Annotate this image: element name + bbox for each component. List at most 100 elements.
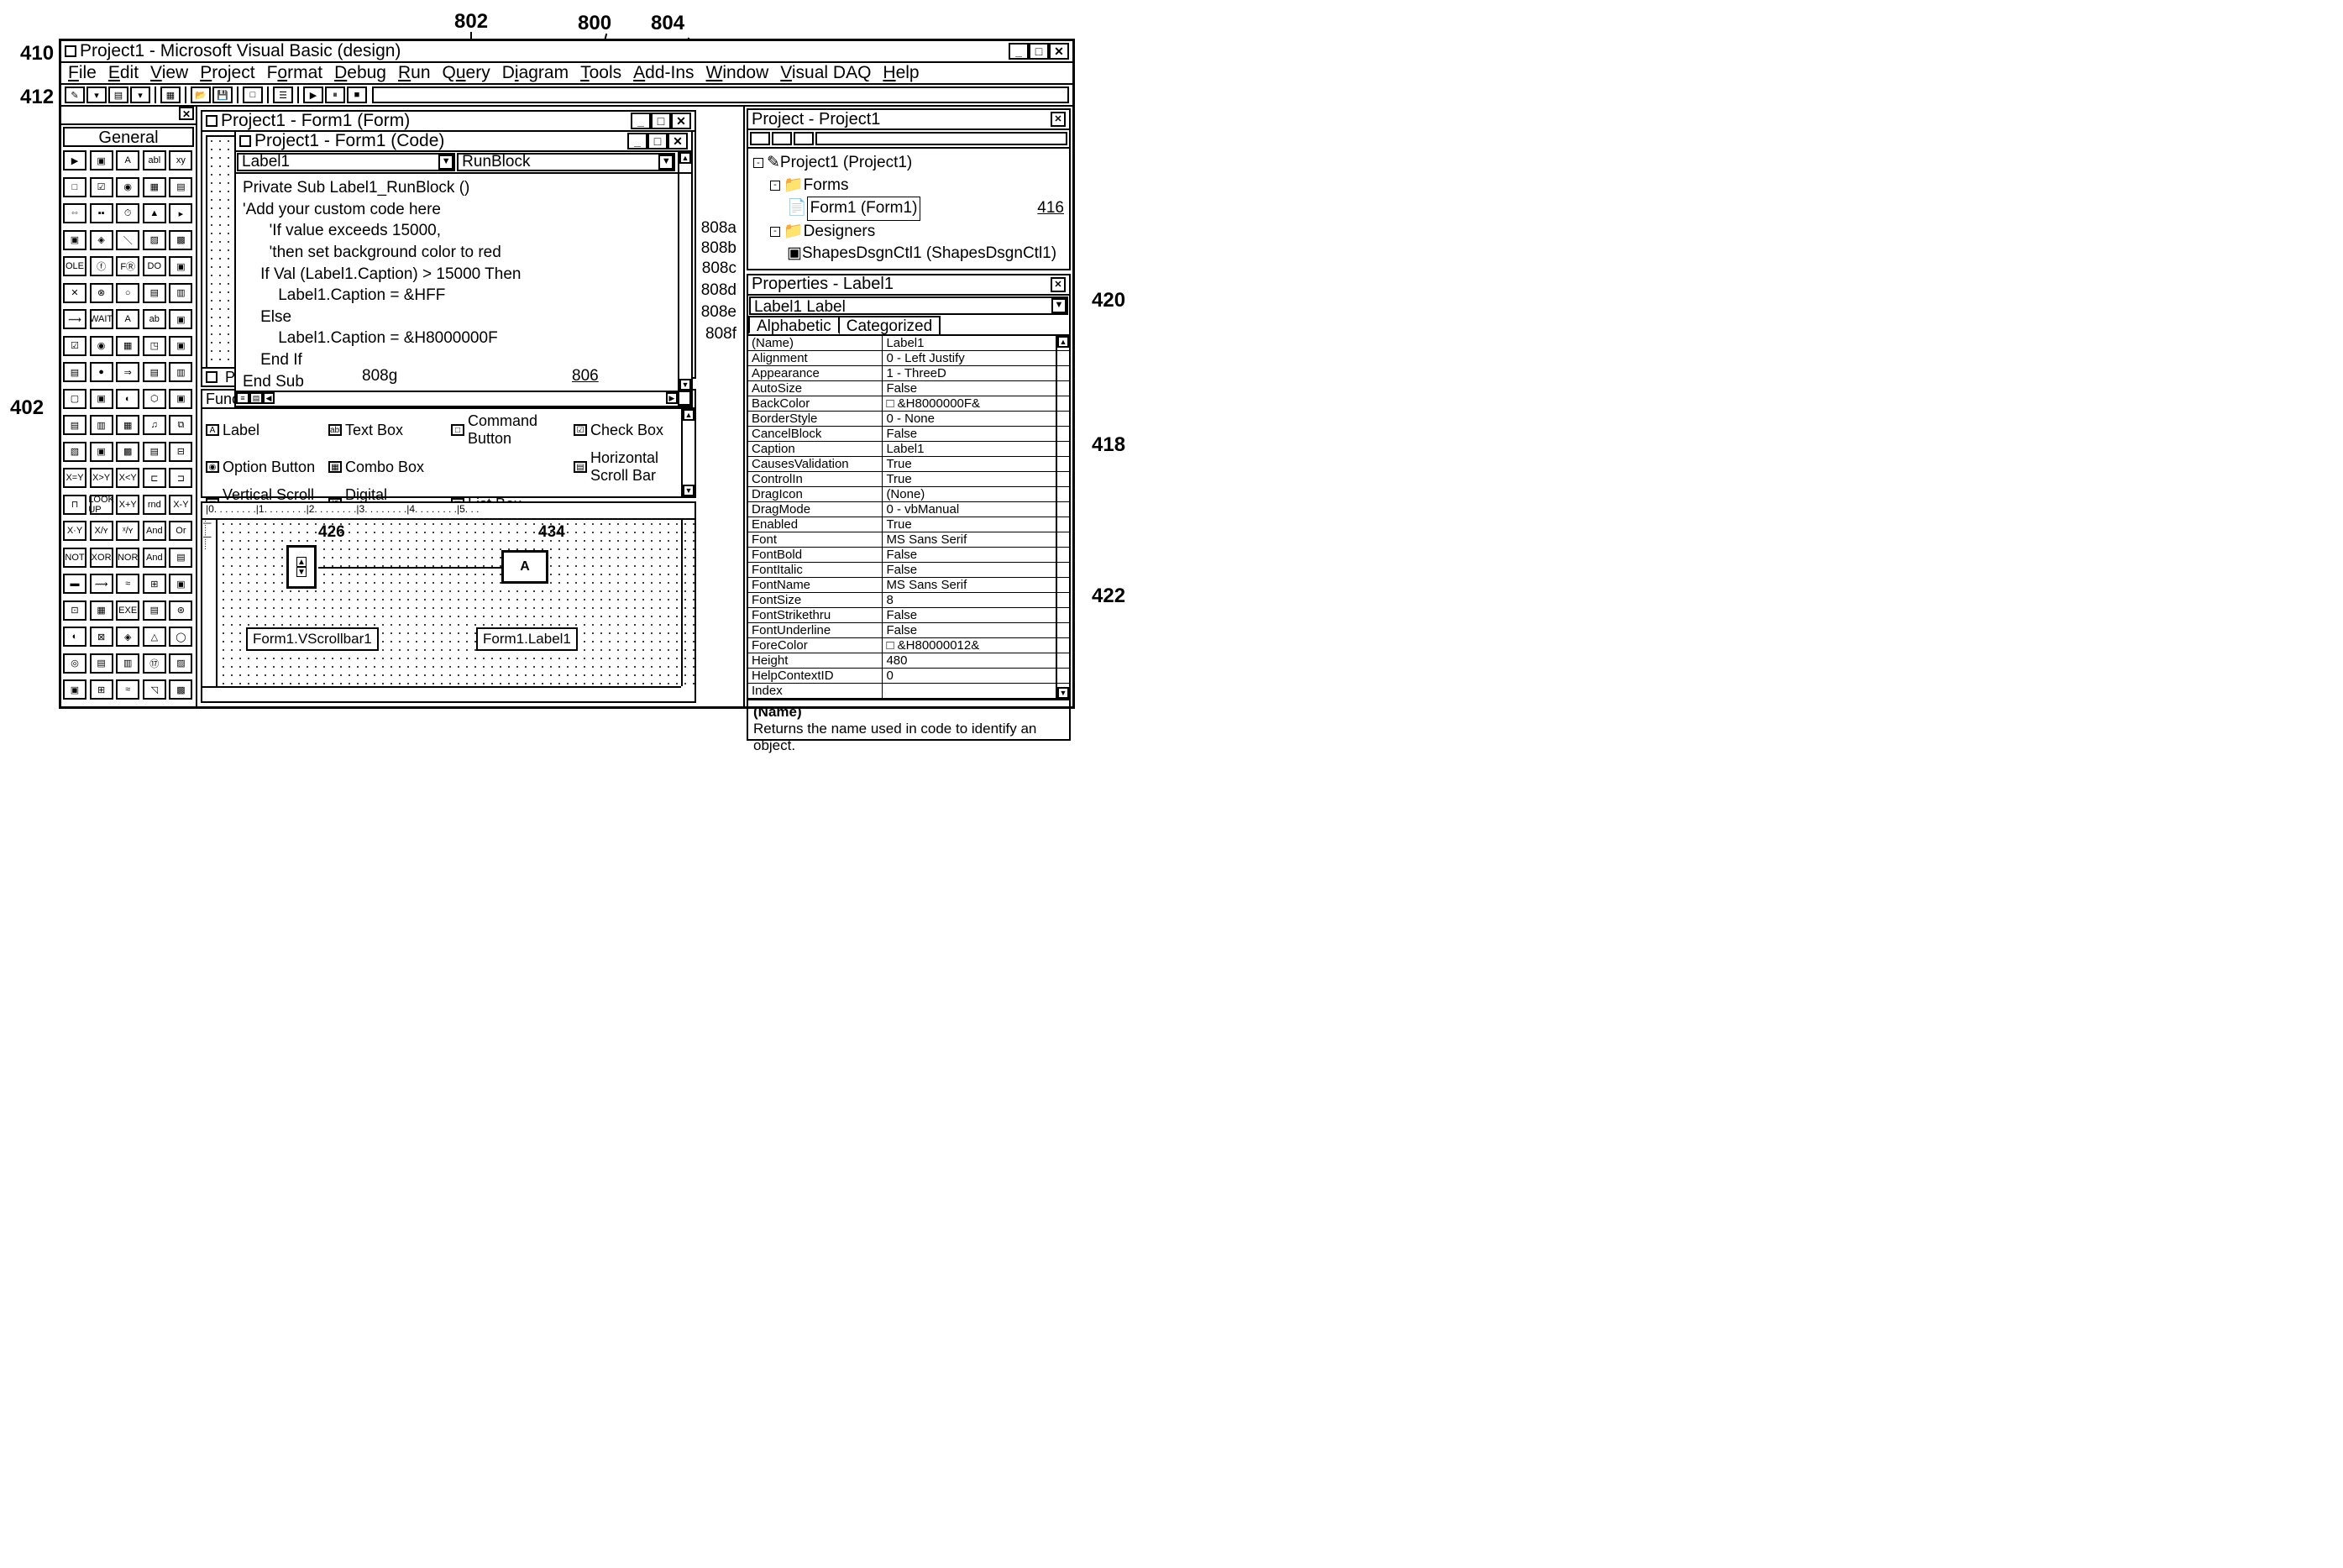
property-value[interactable]: MS Sans Serif <box>883 532 1069 547</box>
toolbox-tool[interactable]: ○ <box>116 283 139 303</box>
maximize-button[interactable]: □ <box>1029 43 1049 60</box>
toolbox-tool[interactable]: ▪▪ <box>90 203 113 223</box>
property-row[interactable]: CaptionLabel1 <box>748 442 1069 457</box>
toolbox-tool[interactable]: ▨ <box>143 230 166 250</box>
property-value[interactable]: True <box>883 472 1069 486</box>
property-value[interactable]: 480 <box>883 653 1069 668</box>
resize-grip[interactable] <box>678 391 691 406</box>
code-line[interactable]: End If <box>243 349 684 371</box>
diag-vscroll[interactable] <box>681 520 695 686</box>
project-close[interactable]: ✕ <box>1051 112 1066 127</box>
properties-object-dropdown[interactable]: Label1 Label ▼ <box>749 296 1068 315</box>
property-value[interactable]: True <box>883 517 1069 532</box>
toolbox-tool[interactable]: XOR <box>90 548 113 568</box>
minimize-button[interactable]: _ <box>1009 43 1029 60</box>
toolbox-tool[interactable]: Or <box>169 521 192 541</box>
property-row[interactable]: FontNameMS Sans Serif <box>748 578 1069 593</box>
toolbox-tool[interactable]: ▤ <box>90 653 113 674</box>
toolbox-tool[interactable]: ◹ <box>143 679 166 700</box>
chevron-down-icon[interactable]: ▼ <box>1051 298 1067 313</box>
form-min[interactable]: _ <box>631 113 651 129</box>
menu-window[interactable]: Window <box>706 63 769 83</box>
toolbox-tool[interactable]: ▣ <box>90 150 113 170</box>
toolbox-tool[interactable]: ♫ <box>143 415 166 435</box>
scroll-right[interactable]: ▶ <box>666 392 678 404</box>
tb-grid[interactable]: ▦ <box>160 87 181 103</box>
toolbox-tool[interactable]: ⊗ <box>90 283 113 303</box>
property-row[interactable]: CancelBlockFalse <box>748 427 1069 442</box>
func-item[interactable]: ☑Check Box <box>574 412 691 448</box>
toolbox-tool[interactable]: ▤ <box>169 548 192 568</box>
toolbox-tool[interactable]: ▤ <box>143 283 166 303</box>
func-item[interactable]: ALabel <box>206 412 323 448</box>
code-line[interactable]: If Val (Label1.Caption) > 15000 Then <box>243 264 684 286</box>
toolbox-tool[interactable]: ▩ <box>116 442 139 462</box>
code-line[interactable]: 'Add your custom code here <box>243 199 684 221</box>
property-value[interactable]: 0 - vbManual <box>883 502 1069 517</box>
menu-view[interactable]: View <box>150 63 188 83</box>
code-proc-dropdown[interactable]: RunBlock ▼ <box>457 153 675 171</box>
tb-run[interactable]: ▶ <box>303 87 323 103</box>
property-value[interactable]: □ &H8000000F& <box>883 396 1069 411</box>
menu-visualdaq[interactable]: Visual DAQ <box>780 63 871 83</box>
code-max[interactable]: □ <box>647 133 668 149</box>
property-row[interactable]: BorderStyle0 - None <box>748 412 1069 427</box>
toolbox-tool[interactable]: ▤ <box>63 362 86 382</box>
toolbox-tool[interactable]: X/ʏ <box>90 521 113 541</box>
toolbox-tool[interactable]: ◳ <box>143 336 166 356</box>
tb-open[interactable]: 📂 <box>191 87 211 103</box>
toolbox-tool[interactable]: WAIT <box>90 309 113 329</box>
diag-label-node[interactable]: A <box>501 550 548 584</box>
toolbox-tool[interactable]: ▣ <box>90 389 113 409</box>
toolbox-tool[interactable]: ◉ <box>116 177 139 197</box>
toolbox-tool[interactable]: ● <box>90 362 113 382</box>
toolbox-tool[interactable]: ▦ <box>143 177 166 197</box>
toolbox-tool[interactable]: X>Y <box>90 468 113 488</box>
func-item[interactable]: ▦Combo Box <box>328 449 446 485</box>
toolbox-tool[interactable]: ⟿ <box>63 309 86 329</box>
func-item[interactable] <box>451 449 569 485</box>
scroll-down[interactable]: ▼ <box>1057 687 1069 699</box>
menu-diagram[interactable]: Diagram <box>502 63 569 83</box>
toolbox-tool[interactable]: ⊟ <box>169 442 192 462</box>
scroll-up[interactable]: ▲ <box>1057 336 1069 348</box>
toolbox-tool[interactable]: ▨ <box>169 653 192 674</box>
property-value[interactable]: 8 <box>883 593 1069 607</box>
toolbox-tool[interactable]: ⑰ <box>143 653 166 674</box>
code-line[interactable]: End Sub <box>243 371 684 393</box>
toolbox-tool[interactable]: ▥ <box>169 362 192 382</box>
property-value[interactable]: Label1 <box>883 442 1069 456</box>
toolbox-tool[interactable]: ▤ <box>169 177 192 197</box>
toolbox-tool[interactable]: ⊠ <box>90 627 113 647</box>
tb-new[interactable]: ✎ <box>65 87 85 103</box>
toolbox-tool[interactable]: ▸ <box>169 203 192 223</box>
toolbox-tool[interactable]: ▣ <box>63 230 86 250</box>
toolbox-tool[interactable]: ▬ <box>63 574 86 594</box>
code-line[interactable]: 'then set background color to red <box>243 242 684 264</box>
menu-help[interactable]: Help <box>883 63 919 83</box>
toolbox-tool[interactable]: ˣ/ʏ <box>116 521 139 541</box>
func-item[interactable]: □Command Button <box>451 412 569 448</box>
property-row[interactable]: FontMS Sans Serif <box>748 532 1069 548</box>
code-min[interactable]: _ <box>627 133 647 149</box>
menu-format[interactable]: Format <box>267 63 323 83</box>
form-max[interactable]: □ <box>651 113 671 129</box>
toolbox-tool[interactable]: OLE <box>63 256 86 276</box>
property-row[interactable]: CausesValidationTrue <box>748 457 1069 472</box>
close-button[interactable]: ✕ <box>1049 43 1069 60</box>
property-row[interactable]: Index <box>748 684 1069 699</box>
proj-view-object[interactable] <box>772 132 792 145</box>
toolbox-tool[interactable]: ☑ <box>90 177 113 197</box>
menu-debug[interactable]: Debug <box>334 63 386 83</box>
toolbox-tool[interactable]: ▥ <box>116 653 139 674</box>
toolbox-tool[interactable]: And <box>143 521 166 541</box>
toolbox-tool[interactable]: ▤ <box>143 362 166 382</box>
toolbox-tool[interactable]: ≈ <box>116 679 139 700</box>
scroll-left[interactable]: ◀ <box>263 392 275 404</box>
prop-vscroll[interactable]: ▲ ▼ <box>1056 336 1069 699</box>
toolbox-tool[interactable]: ▢ <box>63 389 86 409</box>
menu-edit[interactable]: Edit <box>108 63 139 83</box>
property-row[interactable]: ForeColor□ &H80000012& <box>748 638 1069 653</box>
toolbox-tool[interactable]: X<Y <box>116 468 139 488</box>
code-close[interactable]: ✕ <box>668 133 688 149</box>
